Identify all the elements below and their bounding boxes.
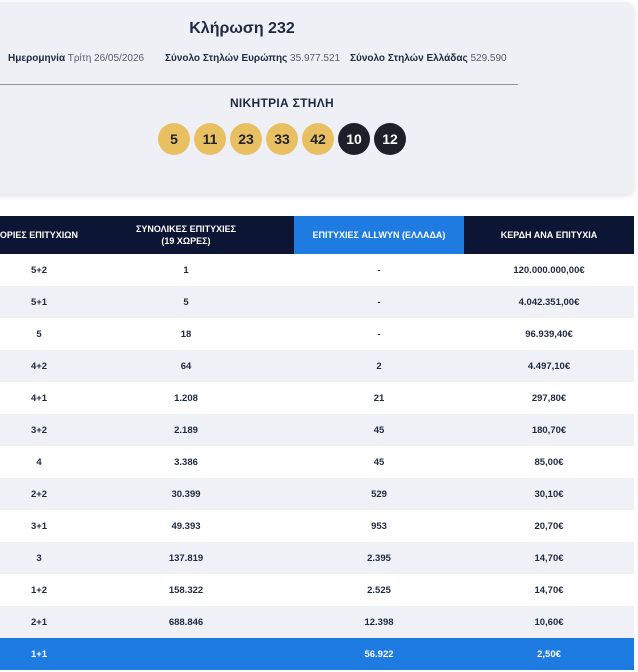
category-cell: 1+2 — [30, 584, 48, 596]
ball-star: 10 — [338, 123, 370, 155]
table-row: 5+1 5 - 4.042.351,00€ — [0, 286, 634, 318]
greece-total-value: 529.590 — [470, 53, 507, 64]
ball-number: 42 — [302, 123, 334, 155]
prize-cell: 96.939,40€ — [525, 328, 573, 340]
total-wins-cell: 158.322 — [168, 584, 204, 596]
table-body: 5+2 1 - 120.000.000,00€ 5+1 5 - 4.042.351,00€ 5 1… — [0, 254, 634, 670]
allwyn-wins-cell: 12.398 — [364, 616, 394, 628]
allwyn-wins-cell: 56.922 — [364, 648, 394, 660]
prize-cell: 4.042.351,00€ — [518, 296, 580, 308]
prize-cell: 30,10€ — [534, 488, 564, 500]
header-total-line2: (19 ΧΩΡΕΣ) — [161, 236, 211, 246]
ball-star: 12 — [374, 123, 406, 155]
draw-date-value: Τρίτη 26/05/2026 — [67, 53, 145, 64]
category-cell: 1+1 — [30, 648, 48, 660]
category-cell: 5+2 — [30, 264, 48, 276]
ball-number: 11 — [194, 123, 226, 155]
total-wins-cell: 137.819 — [168, 552, 204, 564]
prize-table: ΗΓΟΡΙΕΣ ΕΠΙΤΥΧΙΩΝ ΣΥΝΟΛΙΚΕΣ ΕΠΙΤΥΧΙΕΣ (1… — [0, 216, 634, 670]
draw-title: Κλήρωση 232 — [189, 20, 295, 37]
table-row: 1+2 158.322 2.525 14,70€ — [0, 574, 634, 606]
allwyn-wins-cell: 2.395 — [367, 552, 391, 564]
total-wins-cell: 1.208 — [174, 392, 198, 404]
prize-cell: 297,80€ — [531, 392, 567, 404]
europe-total-value: 35.977.521 — [290, 53, 341, 64]
ball-number: 33 — [266, 123, 298, 155]
table-row: 5+2 1 - 120.000.000,00€ — [0, 254, 634, 286]
tab-allwyn-greece[interactable]: ΕΠΙΤΥΧΙΕΣ ALLWYN (ΕΛΛΑΔΑ) — [294, 216, 464, 254]
total-wins-cell: 3.386 — [174, 456, 198, 468]
category-cell: 5+1 — [30, 296, 48, 308]
prize-cell: 4.497,10€ — [527, 360, 571, 372]
allwyn-wins-cell: 2.525 — [367, 584, 391, 596]
allwyn-wins-cell: 953 — [371, 520, 387, 532]
prize-cell: 2,50€ — [537, 648, 561, 660]
prize-cell: 20,70€ — [534, 520, 564, 532]
prize-cell: 120.000.000,00€ — [513, 264, 585, 276]
category-cell: 3 — [36, 552, 42, 564]
table-row: 3+1 49.393 953 20,70€ — [0, 510, 634, 542]
draw-date-label: Ημερομηνία — [8, 53, 66, 64]
category-cell: 5 — [36, 328, 42, 340]
divider — [0, 84, 518, 85]
table-row: 1+1 56.922 2,50€ — [0, 638, 634, 670]
draw-date: Ημερομηνία Τρίτη 26/05/2026 — [8, 53, 144, 64]
category-cell: 4+1 — [30, 392, 48, 404]
table-row: 4+2 64 2 4.497,10€ — [0, 350, 634, 382]
allwyn-wins-cell: 45 — [373, 456, 385, 468]
prize-cell: 180,70€ — [531, 424, 567, 436]
table-row: 5 18 - 96.939,40€ — [0, 318, 634, 350]
prize-cell: 14,70€ — [534, 584, 564, 596]
total-wins-cell: 49.393 — [171, 520, 201, 532]
total-wins-cell: 2.189 — [174, 424, 198, 436]
ball-number: 23 — [230, 123, 262, 155]
draw-info-card: Κλήρωση 232 Ημερομηνία Τρίτη 26/05/2026 … — [0, 2, 634, 194]
europe-total-label: Σύνολο Στηλών Ευρώπης — [165, 53, 288, 64]
total-wins-cell: 1 — [183, 264, 189, 276]
winning-line-label: ΝΙΚΗΤΡΙΑ ΣΤΗΛΗ — [229, 96, 335, 110]
allwyn-wins-cell: 21 — [373, 392, 385, 404]
total-wins-cell: 18 — [180, 328, 192, 340]
category-cell: 2+1 — [30, 616, 48, 628]
total-wins-cell: 5 — [183, 296, 189, 308]
allwyn-wins-cell: - — [377, 328, 381, 340]
allwyn-wins-cell: 45 — [373, 424, 385, 436]
table-row: 2+1 688.846 12.398 10,60€ — [0, 606, 634, 638]
header-category: ΗΓΟΡΙΕΣ ΕΠΙΤΥΧΙΩΝ — [0, 230, 78, 240]
prize-cell: 10,60€ — [534, 616, 564, 628]
allwyn-wins-cell: 2 — [376, 360, 382, 372]
allwyn-wins-cell: 529 — [371, 488, 387, 500]
category-cell: 3+2 — [30, 424, 48, 436]
europe-total: Σύνολο Στηλών Ευρώπης 35.977.521 — [165, 53, 340, 64]
total-wins-cell: 688.846 — [168, 616, 204, 628]
allwyn-wins-cell: - — [377, 264, 381, 276]
table-header: ΗΓΟΡΙΕΣ ΕΠΙΤΥΧΙΩΝ ΣΥΝΟΛΙΚΕΣ ΕΠΙΤΥΧΙΕΣ (1… — [0, 216, 634, 254]
greece-total-label: Σύνολο Στηλών Ελλάδας — [350, 53, 468, 64]
category-cell: 3+1 — [30, 520, 48, 532]
ball-number: 5 — [158, 123, 190, 155]
prize-cell: 14,70€ — [534, 552, 564, 564]
winning-numbers: 5 11 23 33 42 10 12 — [158, 123, 406, 155]
category-cell: 4 — [36, 456, 42, 468]
header-total-line1: ΣΥΝΟΛΙΚΕΣ ΕΠΙΤΥΧΙΕΣ — [136, 224, 236, 234]
header-total-wins: ΣΥΝΟΛΙΚΕΣ ΕΠΙΤΥΧΙΕΣ (19 ΧΩΡΕΣ) — [78, 216, 294, 254]
category-cell: 2+2 — [30, 488, 48, 500]
table-row: 3+2 2.189 45 180,70€ — [0, 414, 634, 446]
header-prize: ΚΕΡΔΗ ΑΝΑ ΕΠΙΤΥΧΙΑ — [500, 230, 598, 240]
table-row: 2+2 30.399 529 30,10€ — [0, 478, 634, 510]
table-row: 4 3.386 45 85,00€ — [0, 446, 634, 478]
category-cell: 4+2 — [30, 360, 48, 372]
total-wins-cell: 30.399 — [171, 488, 201, 500]
table-row: 4+1 1.208 21 297,80€ — [0, 382, 634, 414]
prize-cell: 85,00€ — [534, 456, 564, 468]
allwyn-wins-cell: - — [377, 296, 381, 308]
greece-total: Σύνολο Στηλών Ελλάδας 529.590 — [350, 53, 507, 64]
table-row: 3 137.819 2.395 14,70€ — [0, 542, 634, 574]
total-wins-cell: 64 — [180, 360, 192, 372]
